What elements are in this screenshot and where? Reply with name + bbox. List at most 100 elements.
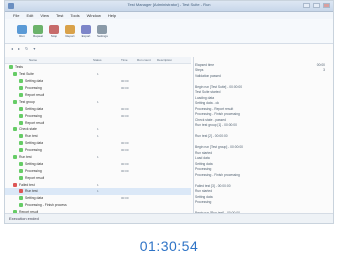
tree-row[interactable]: Processing - Finish process (5, 202, 191, 209)
details-text: Processing - Finish processing (195, 172, 240, 177)
menu-item-5[interactable]: Window (87, 13, 101, 18)
tree-row-label: Setting data (25, 106, 44, 111)
tree-row-label: Check state (19, 127, 37, 132)
menu-item-0[interactable]: File (13, 13, 19, 18)
tree-row[interactable]: Setting data 00:00 (5, 78, 191, 85)
tree-row[interactable]: Check state 1 (5, 126, 191, 133)
close-button[interactable] (323, 3, 330, 8)
col-name[interactable]: Name (29, 58, 37, 62)
ribbon-button-0[interactable]: Run (17, 24, 27, 38)
tree-row[interactable]: Run test 1 (5, 188, 191, 195)
menu-item-1[interactable]: Edit (26, 13, 33, 18)
tree-row-label: Test Suite (19, 72, 34, 77)
tree-row[interactable]: Report result (5, 174, 191, 181)
tree-row[interactable]: Run test 1 (5, 154, 191, 161)
status-check-icon (19, 106, 23, 111)
details-text: Run started (195, 189, 213, 193)
tree-row[interactable]: Report result (5, 119, 191, 126)
stop-icon (49, 24, 59, 34)
ribbon-toolbar: Run Repeat Stop Report Export Settings (5, 19, 333, 44)
report-icon (65, 24, 75, 34)
menu-item-2[interactable]: View (40, 13, 49, 18)
status-check-icon (19, 134, 23, 139)
ribbon-button-2[interactable]: Stop (49, 24, 59, 38)
details-text: Test Suite started (195, 90, 221, 94)
tree-row-label: Test group (19, 99, 35, 104)
row-time: 00:00 (121, 168, 129, 173)
small-toolbar: ◂ ▸ ↻ ▾ (5, 44, 333, 52)
menu-item-6[interactable]: Help (108, 13, 116, 18)
details-text: Elapsed time (195, 62, 215, 67)
forward-icon[interactable]: ▸ (18, 46, 20, 51)
status-check-icon (13, 99, 17, 104)
tree-row[interactable]: Setting data 00:00 (5, 105, 191, 112)
tree-row[interactable]: Test group 1 (5, 98, 191, 105)
row-time: 00:00 (121, 148, 129, 153)
tree-row[interactable]: Setting data 00:00 (5, 160, 191, 167)
details-text: Steps (195, 68, 204, 72)
repeat-icon (33, 24, 43, 34)
ribbon-label: Export (81, 33, 91, 38)
details-text: Processing - Report result (195, 106, 234, 111)
tree-row[interactable]: Processing 00:00 (5, 147, 191, 154)
tree-row-label: Failed test (19, 182, 35, 187)
ribbon-button-5[interactable]: Settings (97, 24, 108, 38)
row-time: 00:00 (121, 161, 129, 166)
filter-icon[interactable]: ▾ (33, 46, 35, 51)
tree-row[interactable]: Run test 1 (5, 133, 191, 140)
tree-row[interactable]: Setting data 00:00 (5, 195, 191, 202)
tree-row-label: Run test (19, 155, 32, 160)
status-check-icon (19, 175, 23, 180)
tree-row[interactable]: Processing 00:00 (5, 112, 191, 119)
details-text: Setting data - ok (195, 101, 220, 105)
details-pane: Elapsed time 00:00 Steps 3 Validation passed… (195, 57, 331, 215)
row-time: 00:00 (121, 196, 129, 201)
tree-row[interactable]: Test Suite 1 (5, 71, 191, 78)
col-status[interactable]: Status (93, 58, 102, 62)
details-text: Processing (195, 167, 212, 171)
tree-row-label: Processing (25, 113, 42, 118)
details-text: Begin run [Test Suite] - 00:00:00 (195, 84, 243, 89)
row-time: 00:00 (121, 113, 129, 118)
row-time: 00:00 (121, 106, 129, 111)
minimize-button[interactable] (303, 3, 310, 8)
col-run-count[interactable]: Run count (137, 58, 151, 62)
tree-header: Name Status Time Run count Description (5, 57, 191, 64)
tree-row-label: Setting data (25, 161, 44, 166)
status-check-icon (13, 182, 17, 187)
menu-item-3[interactable]: Test (56, 13, 63, 18)
refresh-icon[interactable]: ↻ (25, 46, 28, 51)
tree-row-label: Tests (15, 65, 23, 70)
tree-row[interactable]: Failed test 1 (5, 181, 191, 188)
details-text: Processing (195, 200, 212, 204)
tree-row[interactable]: Report result (5, 92, 191, 99)
tree-row[interactable]: Processing 00:00 (5, 85, 191, 92)
tree-row-label: Setting data (25, 196, 44, 201)
details-text: Begin run [Test group] - 00:00:00 (195, 145, 244, 149)
col-time[interactable]: Time (121, 58, 128, 62)
tree-row-label: Report result (25, 175, 45, 180)
tree-row-label: Report result (25, 93, 45, 97)
status-check-icon (19, 120, 23, 125)
status-check-icon (19, 148, 23, 153)
tree-row[interactable]: Tests (5, 64, 191, 71)
back-icon[interactable]: ◂ (11, 46, 13, 51)
tree-row-label: Processing - Finish process (25, 203, 67, 208)
tree-row-label: Processing (25, 86, 42, 91)
row-status: 1 (97, 127, 99, 132)
menu-item-4[interactable]: Tools (70, 13, 79, 18)
ribbon-button-1[interactable]: Repeat (33, 24, 43, 38)
tree-row-label: Setting data (25, 141, 44, 146)
menu-bar: File Edit View Test Tools Window Help (5, 12, 333, 19)
row-status: 1 (97, 134, 99, 139)
pane-splitter[interactable] (193, 57, 194, 214)
details-value: 3 (323, 68, 325, 72)
details-text: Check state - passed (195, 117, 226, 122)
tree-row[interactable]: Setting data 00:00 (5, 140, 191, 147)
ribbon-button-3[interactable]: Report (65, 24, 75, 38)
details-text: Run test group [1] - 00:00:00 (195, 123, 237, 127)
col-description[interactable]: Description (157, 58, 172, 62)
maximize-button[interactable] (313, 3, 320, 8)
ribbon-button-4[interactable]: Export (81, 24, 91, 38)
tree-row[interactable]: Processing 00:00 (5, 167, 191, 174)
